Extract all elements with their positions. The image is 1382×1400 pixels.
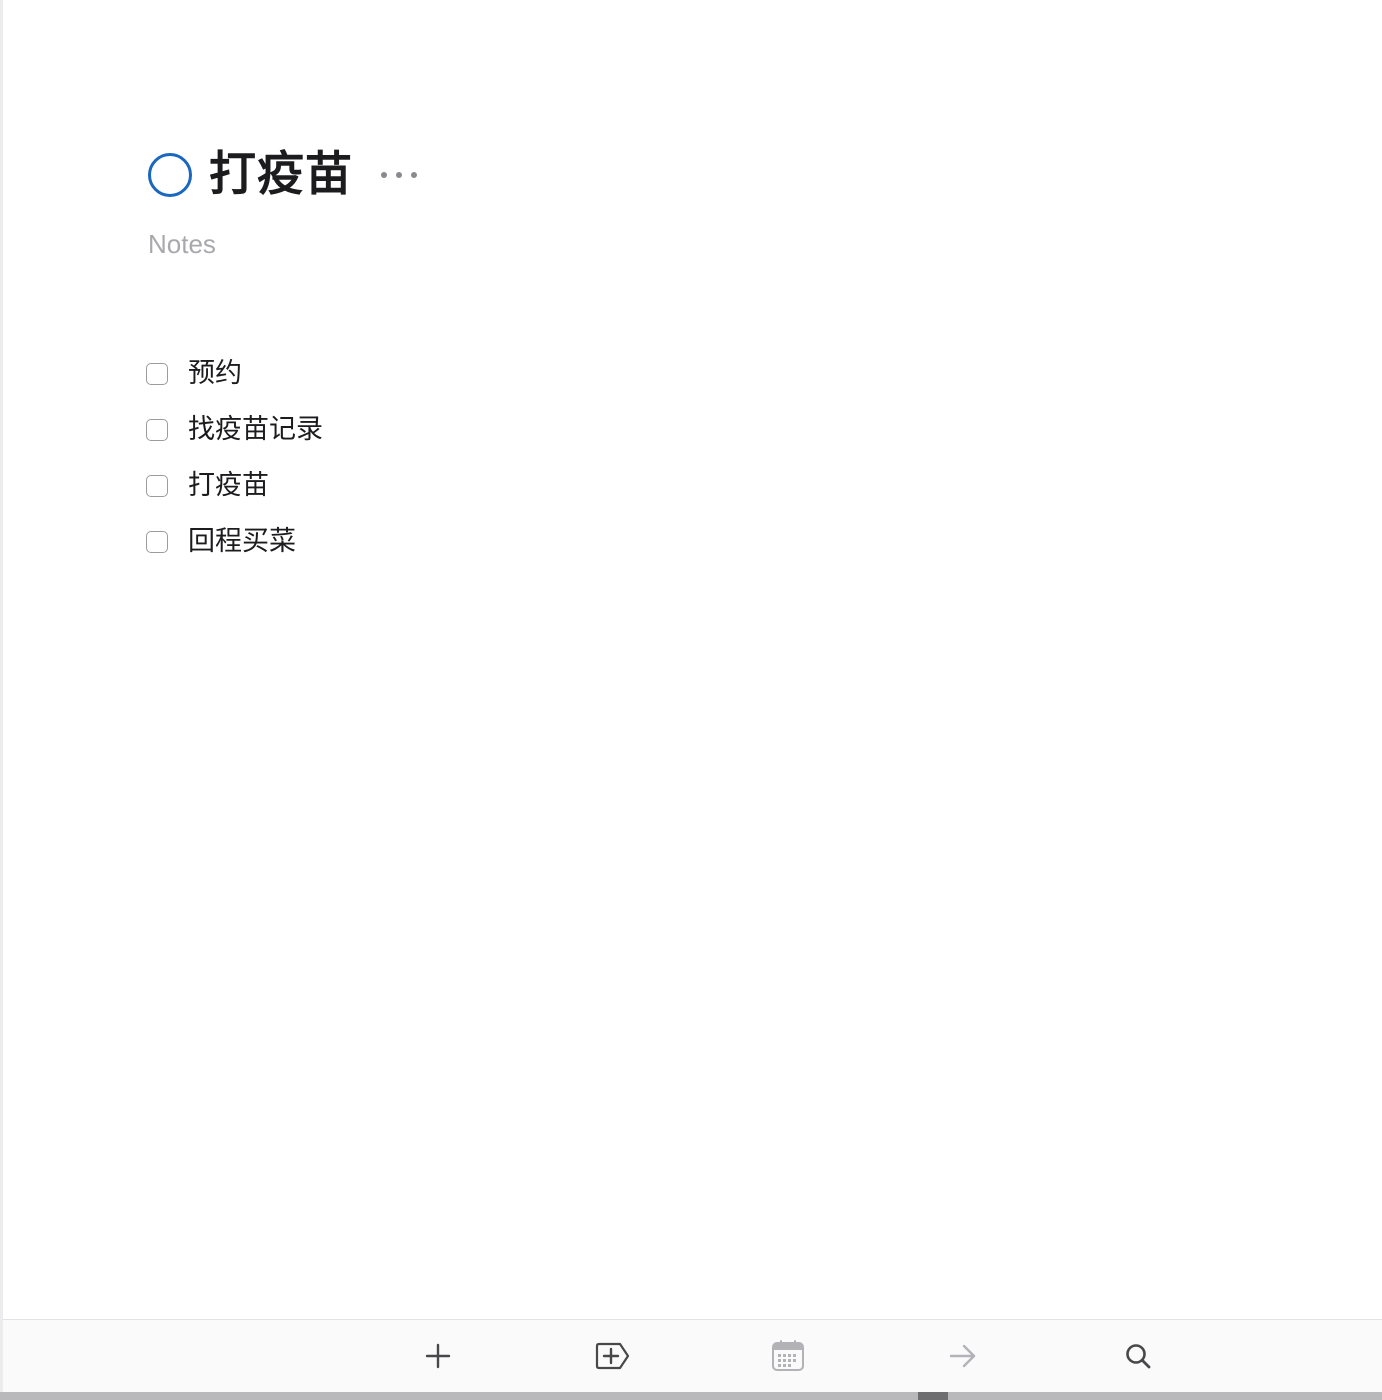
ellipsis-dot bbox=[411, 172, 417, 178]
ellipsis-icon[interactable] bbox=[381, 163, 417, 187]
calendar-icon bbox=[772, 1340, 804, 1371]
notes-field[interactable] bbox=[148, 226, 748, 262]
task-title: 找疫苗记录 bbox=[188, 414, 323, 445]
task-item[interactable]: 找疫苗记录 bbox=[146, 402, 946, 458]
task-title: 回程买菜 bbox=[188, 526, 296, 557]
search-icon bbox=[1126, 1344, 1151, 1369]
new-todo-button[interactable] bbox=[418, 1338, 458, 1374]
ellipsis-dot bbox=[396, 172, 402, 178]
task-checkbox[interactable] bbox=[146, 531, 168, 553]
sidebar-divider bbox=[0, 0, 3, 1392]
task-checkbox[interactable] bbox=[146, 419, 168, 441]
horizontal-scrollbar[interactable] bbox=[0, 1392, 1382, 1400]
task-item[interactable]: 打疫苗 bbox=[146, 458, 946, 514]
when-button[interactable] bbox=[768, 1338, 808, 1374]
arrow-right-icon bbox=[949, 1344, 976, 1368]
project-header: 打疫苗 bbox=[148, 148, 417, 202]
move-button[interactable] bbox=[943, 1338, 983, 1374]
scrollbar-thumb[interactable] bbox=[918, 1392, 948, 1400]
task-list: 预约 找疫苗记录 打疫苗 回程买菜 bbox=[146, 346, 946, 570]
task-checkbox[interactable] bbox=[146, 475, 168, 497]
task-item[interactable]: 预约 bbox=[146, 346, 946, 402]
project-progress-ring[interactable] bbox=[148, 153, 192, 197]
app-window: 打疫苗 预约 找疫苗记录 打疫苗 回程买菜 bbox=[0, 0, 1382, 1400]
ellipsis-dot bbox=[381, 172, 387, 178]
plus-icon bbox=[425, 1343, 451, 1369]
task-title: 打疫苗 bbox=[188, 470, 269, 501]
project-title[interactable]: 打疫苗 bbox=[209, 148, 353, 202]
task-item[interactable]: 回程买菜 bbox=[146, 514, 946, 570]
new-heading-button[interactable] bbox=[593, 1338, 633, 1374]
task-title: 预约 bbox=[188, 358, 242, 389]
task-checkbox[interactable] bbox=[146, 363, 168, 385]
bottom-toolbar bbox=[3, 1319, 1382, 1392]
quick-find-button[interactable] bbox=[1118, 1338, 1158, 1374]
add-heading-icon bbox=[595, 1342, 630, 1370]
